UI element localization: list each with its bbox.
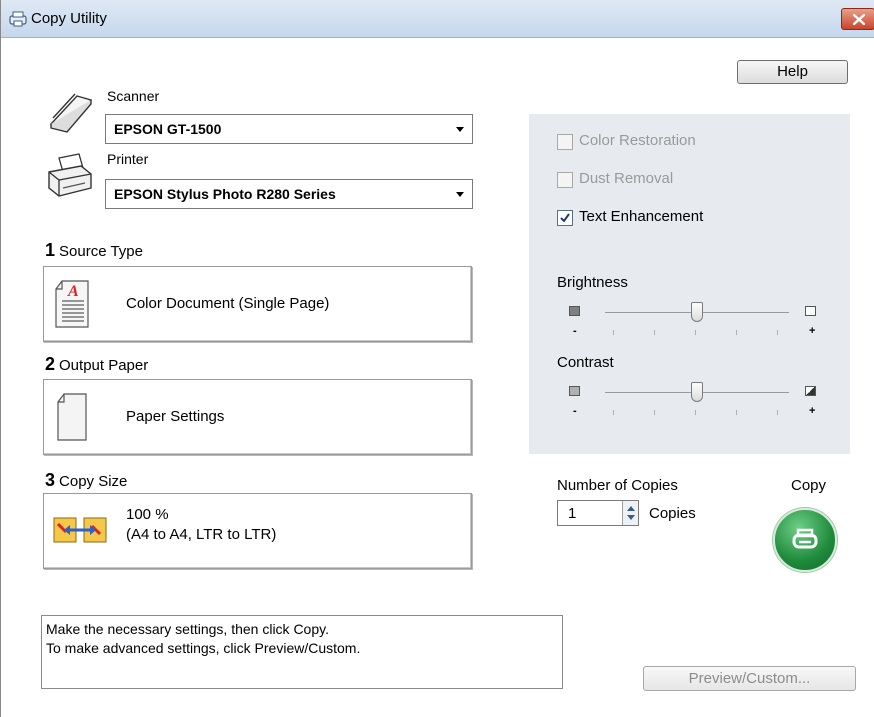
brightness-tick (777, 330, 778, 335)
contrast-tick (613, 410, 614, 415)
scanner-label: Scanner (107, 88, 160, 104)
step-1-number: 1 (45, 240, 56, 260)
paper-icon (56, 392, 88, 445)
copies-label: Number of Copies (557, 477, 678, 494)
close-icon (853, 14, 865, 25)
copy-size-detail: (A4 to A4, LTR to LTR) (126, 526, 277, 543)
copies-stepper[interactable]: 1 (557, 500, 639, 526)
brightness-minus: - (573, 325, 577, 337)
spin-down-icon[interactable] (627, 515, 635, 520)
step-3-title: Copy Size (59, 473, 128, 490)
title-bar[interactable]: Copy Utility (1, 0, 874, 38)
step-2-title: Output Paper (59, 357, 149, 374)
instructions-box: Make the necessary settings, then click … (41, 615, 563, 689)
contrast-tick (736, 410, 737, 415)
contrast-tick (777, 410, 778, 415)
app-icon (9, 11, 27, 27)
resize-icon (52, 514, 108, 549)
step-2-number: 2 (45, 354, 56, 374)
close-button[interactable] (841, 8, 874, 30)
step-1-heading: 1 Source Type (45, 240, 143, 261)
scanner-select[interactable]: EPSON GT-1500 (105, 114, 473, 144)
printer-label: Printer (107, 151, 149, 167)
contrast-tick (654, 410, 655, 415)
svg-text:A: A (67, 283, 79, 300)
source-type-value: Color Document (Single Page) (126, 295, 330, 312)
dust-removal-checkbox (557, 172, 573, 188)
instructions-line-1: Make the necessary settings, then click … (46, 621, 329, 637)
copy-size-percent: 100 % (126, 506, 169, 523)
instructions-line-2: To make advanced settings, click Preview… (46, 640, 361, 656)
brightness-tick (695, 330, 696, 335)
copy-label: Copy (791, 477, 827, 494)
help-button[interactable]: Help (737, 60, 848, 84)
brightness-tick (736, 330, 737, 335)
contrast-label: Contrast (557, 354, 614, 371)
chevron-down-icon (456, 127, 464, 132)
scanner-selected-value: EPSON GT-1500 (114, 121, 222, 137)
output-paper-button[interactable]: Paper Settings (43, 379, 472, 455)
contrast-low-icon (569, 386, 580, 396)
output-paper-value: Paper Settings (126, 408, 225, 425)
chevron-down-icon (456, 192, 464, 197)
step-2-heading: 2 Output Paper (45, 354, 148, 375)
brightness-high-icon (805, 306, 816, 316)
copies-unit: Copies (649, 505, 696, 522)
brightness-slider-thumb[interactable] (691, 302, 703, 322)
copy-button[interactable] (773, 508, 837, 572)
dust-removal-label: Dust Removal (579, 170, 674, 187)
printer-icon (45, 152, 97, 205)
brightness-tick (613, 330, 614, 335)
scanner-icon (47, 88, 97, 137)
printer-select[interactable]: EPSON Stylus Photo R280 Series (105, 179, 473, 209)
step-1-title: Source Type (59, 243, 143, 260)
copies-value[interactable]: 1 (568, 505, 576, 522)
checkmark-icon (560, 213, 570, 223)
printer-selected-value: EPSON Stylus Photo R280 Series (114, 186, 336, 202)
preview-custom-button[interactable]: Preview/Custom... (643, 666, 856, 691)
text-enhancement-checkbox[interactable] (557, 210, 573, 226)
contrast-tick (695, 410, 696, 415)
step-3-heading: 3 Copy Size (45, 470, 127, 491)
document-icon: A (54, 279, 90, 332)
window-title: Copy Utility (31, 10, 107, 27)
color-restoration-checkbox (557, 134, 573, 150)
text-enhancement-label: Text Enhancement (579, 208, 704, 225)
source-type-button[interactable]: A Color Document (Single Page) (43, 266, 472, 342)
print-icon (792, 528, 818, 549)
brightness-low-icon (569, 306, 580, 316)
contrast-slider-thumb[interactable] (691, 382, 703, 402)
contrast-plus: + (809, 405, 816, 417)
copy-utility-window: Copy Utility Help Scanner EPSON GT-1500 … (0, 0, 874, 717)
copies-spin-buttons[interactable] (622, 501, 638, 525)
brightness-plus: + (809, 325, 816, 337)
brightness-tick (654, 330, 655, 335)
step-3-number: 3 (45, 470, 56, 490)
copy-size-button[interactable]: 100 % (A4 to A4, LTR to LTR) (43, 493, 472, 569)
color-restoration-label: Color Restoration (579, 132, 696, 149)
contrast-minus: - (573, 405, 577, 417)
spin-up-icon[interactable] (627, 506, 635, 511)
contrast-high-icon (805, 386, 816, 396)
brightness-label: Brightness (557, 274, 628, 291)
options-panel: Color Restoration Dust Removal Text Enha… (529, 114, 850, 454)
